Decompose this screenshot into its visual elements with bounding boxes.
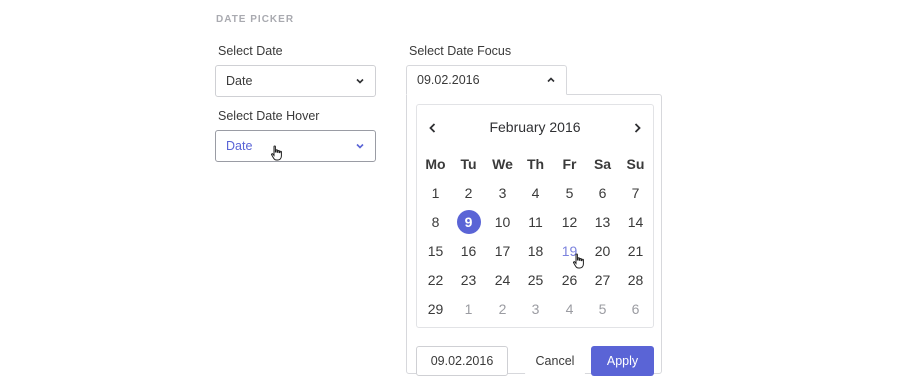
calendar-day[interactable]: 21 <box>619 239 652 263</box>
calendar-day[interactable]: 3 <box>486 181 519 205</box>
calendar-day[interactable]: 11 <box>519 210 552 234</box>
calendar-day[interactable]: 5 <box>553 181 586 205</box>
calendar-day[interactable]: 16 <box>452 239 485 263</box>
calendar-day[interactable]: 28 <box>619 268 652 292</box>
weekday-label: Th <box>526 156 545 172</box>
calendar-day[interactable]: 18 <box>519 239 552 263</box>
calendar-day[interactable]: 14 <box>619 210 652 234</box>
weekday-label: Fr <box>562 156 577 172</box>
calendar-day[interactable]: 15 <box>419 239 452 263</box>
calendar-day[interactable]: 7 <box>619 181 652 205</box>
select-date-focus-dropdown[interactable]: 09.02.2016 <box>406 65 567 95</box>
cancel-button[interactable]: Cancel <box>525 346 585 376</box>
hand-pointer-icon <box>271 145 282 161</box>
calendar-day[interactable]: 13 <box>586 210 619 234</box>
select-date-value: Date <box>226 74 253 88</box>
calendar-day[interactable]: 27 <box>586 268 619 292</box>
calendar-day-next-month[interactable]: 6 <box>619 297 652 321</box>
calendar-week-row: 1 2 3 4 5 6 7 <box>417 181 653 205</box>
calendar-day[interactable]: 25 <box>519 268 552 292</box>
calendar-day[interactable]: 29 <box>419 297 452 321</box>
chevron-down-icon <box>356 143 364 149</box>
calendar-day[interactable]: 23 <box>452 268 485 292</box>
weekday-label: Mo <box>425 156 446 172</box>
selected-day-badge: 9 <box>456 210 481 234</box>
calendar-week-row: 22 23 24 25 26 27 28 <box>417 268 653 292</box>
calendar-day-selected[interactable]: 9 <box>452 210 485 234</box>
select-date-hover-dropdown[interactable]: Date <box>215 130 376 162</box>
calendar-week-row: 15 16 17 18 19 20 21 <box>417 239 653 263</box>
calendar-day[interactable]: 26 <box>553 268 586 292</box>
calendar-day[interactable]: 8 <box>419 210 452 234</box>
weekday-label: We <box>492 156 513 172</box>
select-date-label: Select Date <box>218 44 283 58</box>
date-picker-popup: February 2016 Mo Tu We Th Fr Sa Su 1 2 3… <box>406 94 662 376</box>
calendar-day[interactable]: 10 <box>486 210 519 234</box>
calendar-day[interactable]: 1 <box>419 181 452 205</box>
calendar-week-row: 29 1 2 3 4 5 6 <box>417 297 653 321</box>
calendar-day-next-month[interactable]: 1 <box>452 297 485 321</box>
hand-pointer-icon <box>573 253 584 269</box>
select-date-hover-label: Select Date Hover <box>218 109 320 123</box>
calendar-day[interactable]: 6 <box>586 181 619 205</box>
calendar-day-next-month[interactable]: 2 <box>486 297 519 321</box>
chevron-up-icon <box>547 77 555 83</box>
weekday-header-row: Mo Tu We Th Fr Sa Su <box>417 152 653 176</box>
chevron-down-icon <box>356 78 364 84</box>
chevron-right-icon[interactable] <box>631 122 643 134</box>
weekday-label: Su <box>626 156 645 172</box>
weekday-label: Tu <box>460 156 477 172</box>
section-title: DATE PICKER <box>216 14 295 25</box>
calendar-day[interactable]: 22 <box>419 268 452 292</box>
select-date-hover-value: Date <box>226 139 253 153</box>
calendar: February 2016 Mo Tu We Th Fr Sa Su 1 2 3… <box>416 104 654 328</box>
calendar-month-label: February 2016 <box>489 119 581 135</box>
select-date-focus-value: 09.02.2016 <box>417 73 480 87</box>
calendar-day-next-month[interactable]: 5 <box>586 297 619 321</box>
calendar-day[interactable]: 4 <box>519 181 552 205</box>
calendar-day[interactable]: 20 <box>586 239 619 263</box>
weekday-label: Sa <box>593 156 612 172</box>
select-date-focus-label: Select Date Focus <box>409 44 512 58</box>
select-date-dropdown[interactable]: Date <box>215 65 376 97</box>
calendar-day-next-month[interactable]: 3 <box>519 297 552 321</box>
calendar-day[interactable]: 2 <box>452 181 485 205</box>
calendar-day[interactable]: 17 <box>486 239 519 263</box>
apply-button[interactable]: Apply <box>591 346 654 376</box>
calendar-day[interactable]: 24 <box>486 268 519 292</box>
calendar-day[interactable]: 12 <box>553 210 586 234</box>
calendar-week-row: 8 9 10 11 12 13 14 <box>417 210 653 234</box>
calendar-day-next-month[interactable]: 4 <box>553 297 586 321</box>
selected-date-field[interactable]: 09.02.2016 <box>416 346 508 376</box>
